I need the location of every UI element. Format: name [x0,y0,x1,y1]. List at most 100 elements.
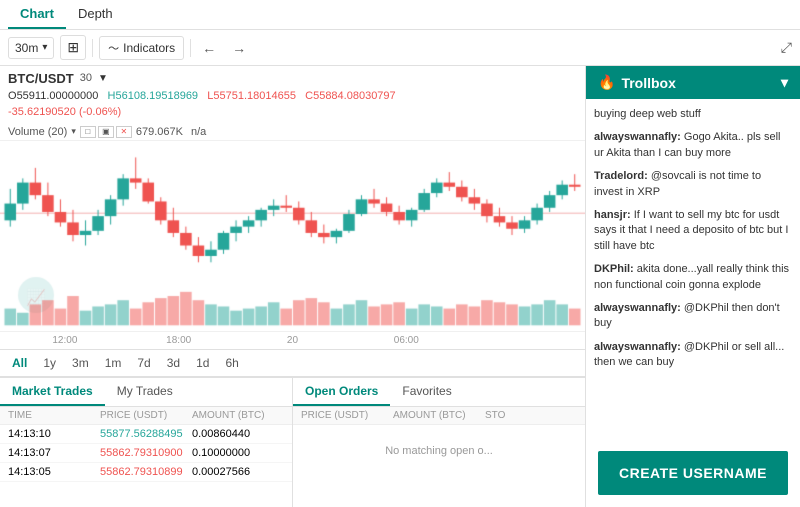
time-label-1: 18:00 [122,335,236,346]
c-value: 55884.08030797 [313,90,396,102]
oo-col-sto: STO [485,410,577,421]
vol-icon-group: □ ▣ ✕ [80,126,132,138]
trollbox-panel: 🔥 Trollbox ▾ buying deep web stuff alway… [585,66,800,507]
row0-price: 55877.56288495 [100,428,192,440]
create-username-button[interactable]: CREATE USERNAME [598,451,788,495]
period-7d[interactable]: 7d [133,354,154,372]
volume-label[interactable]: Volume (20) [8,126,67,138]
tab-favorites[interactable]: Favorites [390,378,463,406]
time-label-2: 20 [236,335,350,346]
o-value: 55911.00000000 [17,90,99,102]
row0-amount: 0.00860440 [192,428,284,440]
chart-canvas [0,141,585,331]
indicators-wave-icon: 〜 [108,40,119,56]
col-time: TIME [8,410,100,421]
sep1 [92,39,93,57]
list-item: alwayswannafly: @DKPhil or sell all... t… [594,340,792,371]
volume-na: n/a [191,126,206,138]
list-item: hansjr: If I want to sell my btc for usd… [594,208,792,254]
row0-time: 14:13:10 [8,428,100,440]
vol-icon-x[interactable]: ✕ [116,126,132,138]
msg3-sender: hansjr: [594,209,631,221]
msg6-sender: alwayswannafly: [594,341,681,353]
open-orders-header: PRICE (USDT) AMOUNT (BTC) STO [293,407,585,425]
oo-col-amount: AMOUNT (BTC) [393,410,485,421]
candle-chart[interactable] [0,141,585,331]
redo-button[interactable]: → [227,38,251,58]
open-orders-section: Open Orders Favorites PRICE (USDT) AMOUN… [293,378,585,507]
trollbox-title: Trollbox [621,75,675,91]
interval-value: 30 [80,71,92,86]
candle-type-selector[interactable]: ⊞ [60,35,86,60]
tab-market-trades[interactable]: Market Trades [0,378,105,406]
table-row: 14:13:10 55877.56288495 0.00860440 [0,425,292,444]
table-row: 14:13:07 55862.79310900 0.10000000 [0,444,292,463]
trollbox-header: 🔥 Trollbox ▾ [586,66,800,99]
period-1d[interactable]: 1d [192,354,213,372]
period-3d[interactable]: 3d [163,354,184,372]
row1-amount: 0.10000000 [192,447,284,459]
interval-arrow[interactable]: ▼ [98,72,108,86]
table-row: 14:13:05 55862.79310899 0.00027566 [0,463,292,482]
trollbox-messages: buying deep web stuff alwayswannafly: Go… [586,99,800,439]
indicators-button[interactable]: 〜 Indicators [99,36,184,60]
period-1m[interactable]: 1m [101,354,126,372]
market-trades-section: Market Trades My Trades TIME PRICE (USDT… [0,378,293,507]
tab-my-trades[interactable]: My Trades [105,378,185,406]
vol-icon-2[interactable]: ▣ [98,126,114,138]
change-value: -35.62190520 (-0.06%) [8,105,577,120]
list-item: buying deep web stuff [594,107,792,122]
period-6h[interactable]: 6h [221,354,242,372]
trade-tables: Market Trades My Trades TIME PRICE (USDT… [0,377,585,507]
msg0-text: buying deep web stuff [594,108,701,120]
o-label: O [8,90,17,102]
row2-time: 14:13:05 [8,466,100,478]
timeframe-arrow: ▾ [42,42,47,53]
msg2-sender: Tradelord: [594,170,648,182]
tab-chart[interactable]: Chart [8,0,66,29]
open-orders-tabs: Open Orders Favorites [293,378,585,407]
indicators-label: Indicators [123,41,175,55]
time-label-3: 06:00 [349,335,463,346]
undo-button[interactable]: ← [197,38,221,58]
time-axis: 12:00 18:00 20 06:00 [0,331,585,349]
row1-time: 14:13:07 [8,447,100,459]
col-price: PRICE (USDT) [100,410,192,421]
oo-col-price: PRICE (USDT) [301,410,393,421]
list-item: alwayswannafly: @DKPhil then don't buy [594,301,792,332]
vol-arrow: ▾ [71,126,76,137]
expand-button[interactable]: ⤢ [781,39,792,56]
msg4-sender: DKPhil: [594,263,634,275]
period-3m[interactable]: 3m [68,354,93,372]
time-label-0: 12:00 [8,335,122,346]
c-label: C [305,90,313,102]
list-item: Tradelord: @sovcali is not time to inves… [594,169,792,200]
timeframe-selector[interactable]: 30m ▾ [8,37,54,59]
list-item: DKPhil: akita done...yall really think t… [594,262,792,293]
trollbox-arrow-icon[interactable]: ▾ [781,74,788,91]
timeframe-value: 30m [15,41,38,55]
candle-icon: ⊞ [67,39,79,56]
h-value: 56108.19518969 [115,90,198,102]
volume-value: 679.067K [136,126,183,138]
period-selector: All 1y 3m 1m 7d 3d 1d 6h [0,349,585,377]
row1-price: 55862.79310900 [100,447,192,459]
tab-depth[interactable]: Depth [66,0,125,29]
msg5-sender: alwayswannafly: [594,302,681,314]
list-item: alwayswannafly: Gogo Akita.. pls sell ur… [594,130,792,161]
vol-icon-1[interactable]: □ [80,126,96,138]
period-all[interactable]: All [8,354,31,372]
sep2 [190,39,191,57]
msg1-sender: alwayswannafly: [594,131,681,143]
col-amount: AMOUNT (BTC) [192,410,284,421]
fire-icon: 🔥 [598,74,615,91]
pair-name: BTC/USDT [8,70,74,88]
row2-amount: 0.00027566 [192,466,284,478]
market-trades-tabs: Market Trades My Trades [0,378,292,407]
period-1y[interactable]: 1y [39,354,60,372]
market-trades-header: TIME PRICE (USDT) AMOUNT (BTC) [0,407,292,425]
tab-open-orders[interactable]: Open Orders [293,378,390,406]
row2-price: 55862.79310899 [100,466,192,478]
l-value: 55751.18014655 [213,90,296,102]
no-orders-message: No matching open o... [293,425,585,477]
